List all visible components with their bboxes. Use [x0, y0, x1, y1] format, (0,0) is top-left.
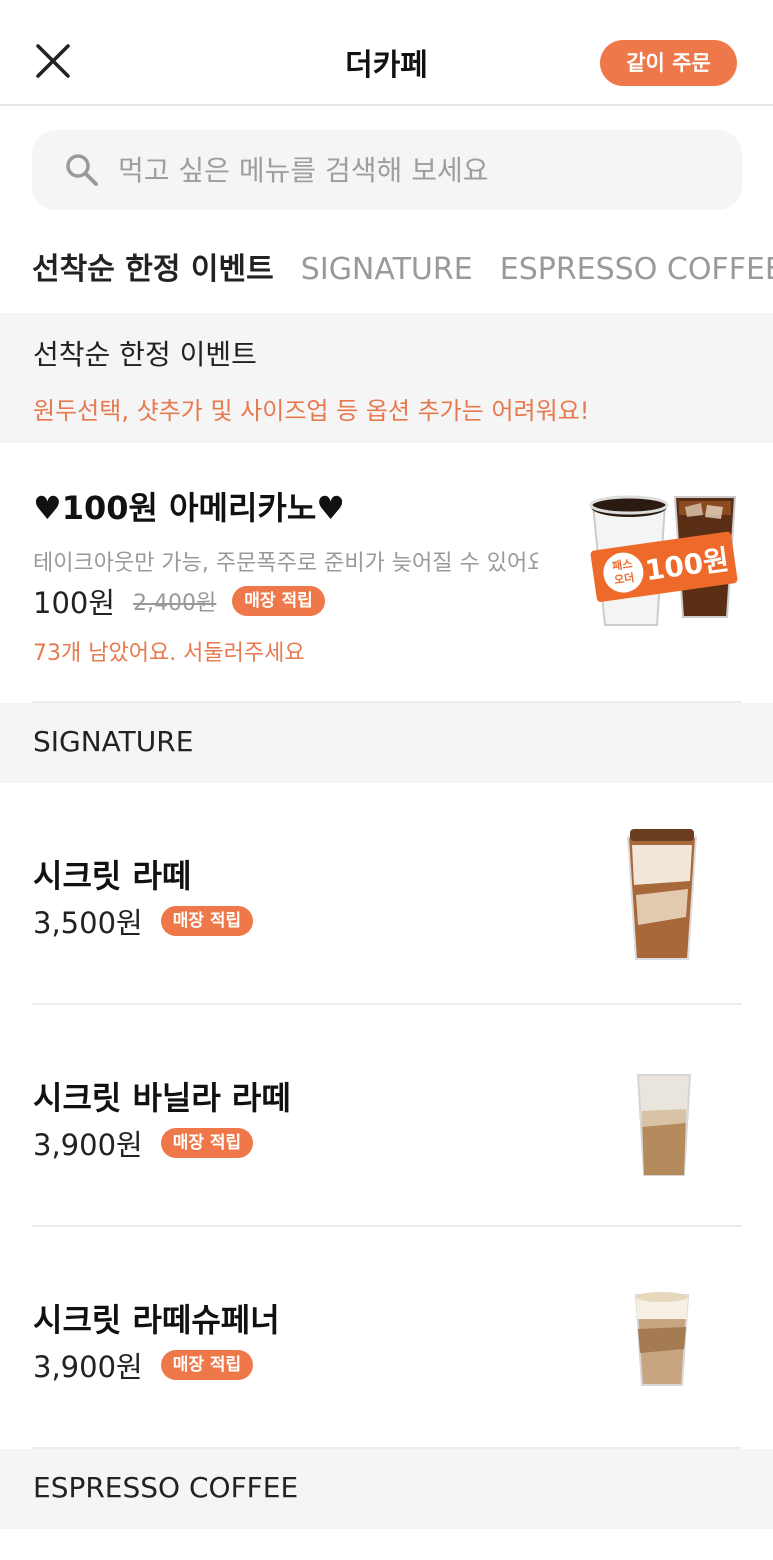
item-price: 100원: [33, 586, 116, 620]
price-row: 3,900원 매장 적립: [33, 1347, 254, 1384]
item-name: ♥100원 아메리카노♥: [33, 489, 345, 527]
store-points-badge: 매장 적립: [160, 906, 254, 936]
section-notice: 원두선택, 샷추가 및 사이즈업 등 옵션 추가는 어려워요!: [33, 397, 590, 425]
item-name: 시크릿 라떼: [33, 857, 192, 895]
section-header-signature: SIGNATURE: [0, 703, 773, 783]
category-tabs: 선착순 한정 이벤트 SIGNATURE ESPRESSO COFFEE: [32, 244, 773, 288]
secret-latte-schpenner-image: [632, 1289, 692, 1389]
secret-latte-image: [622, 825, 702, 965]
search-input[interactable]: [118, 130, 718, 210]
section-header-espresso: ESPRESSO COFFEE: [0, 1449, 773, 1529]
group-order-button[interactable]: 같이 주문: [600, 40, 737, 86]
item-original-price: 2,400원: [133, 591, 217, 616]
menu-item-secret-vanilla-latte[interactable]: 시크릿 바닐라 라떼 3,900원 매장 적립: [0, 1005, 773, 1225]
item-name: 시크릿 바닐라 라떼: [33, 1079, 291, 1117]
price-row: 3,900원 매장 적립: [33, 1125, 254, 1162]
menu-item-secret-latte[interactable]: 시크릿 라떼 3,500원 매장 적립: [0, 783, 773, 1003]
tag-line1: 패스: [611, 556, 633, 573]
search-icon: [66, 154, 98, 186]
tab-espresso-coffee[interactable]: ESPRESSO COFFEE: [500, 252, 773, 287]
search-bar[interactable]: [32, 130, 742, 210]
item-description: 테이크아웃만 가능, 주문폭주로 준비가 늦어질 수 있어요: [33, 551, 538, 576]
price-row: 100원 2,400원 매장 적립: [33, 583, 325, 620]
item-price: 3,900원: [33, 1350, 143, 1384]
item-name: 시크릿 라떼슈페너: [33, 1301, 280, 1339]
store-points-badge: 매장 적립: [160, 1350, 254, 1380]
menu-item-100won-americano[interactable]: ♥100원 아메리카노♥ 테이크아웃만 가능, 주문폭주로 준비가 늦어질 수 …: [0, 443, 773, 701]
tab-signature[interactable]: SIGNATURE: [301, 252, 473, 287]
tab-first-come-event[interactable]: 선착순 한정 이벤트: [32, 244, 274, 288]
item-price: 3,500원: [33, 906, 143, 940]
section-title: SIGNATURE: [33, 725, 194, 758]
price-row: 3,500원 매장 적립: [33, 903, 254, 940]
top-bar: 더카페 같이 주문: [0, 0, 773, 106]
section-title: ESPRESSO COFFEE: [33, 1471, 299, 1504]
store-points-badge: 매장 적립: [232, 586, 325, 616]
menu-item-secret-latte-schpenner[interactable]: 시크릿 라떼슈페너 3,900원 매장 적립: [0, 1227, 773, 1447]
stock-remaining-text: 73개 남았어요. 서둘러주세요: [33, 641, 305, 666]
tag-line2: 오더: [613, 570, 635, 587]
store-points-badge: 매장 적립: [160, 1128, 254, 1158]
section-title: 선착순 한정 이벤트: [33, 338, 257, 371]
secret-vanilla-latte-image: [634, 1071, 694, 1179]
americano-image: 패스 오더 100원: [583, 485, 743, 635]
item-price: 3,900원: [33, 1128, 143, 1162]
section-header-event: 선착순 한정 이벤트 원두선택, 샷추가 및 사이즈업 등 옵션 추가는 어려워…: [0, 313, 773, 443]
